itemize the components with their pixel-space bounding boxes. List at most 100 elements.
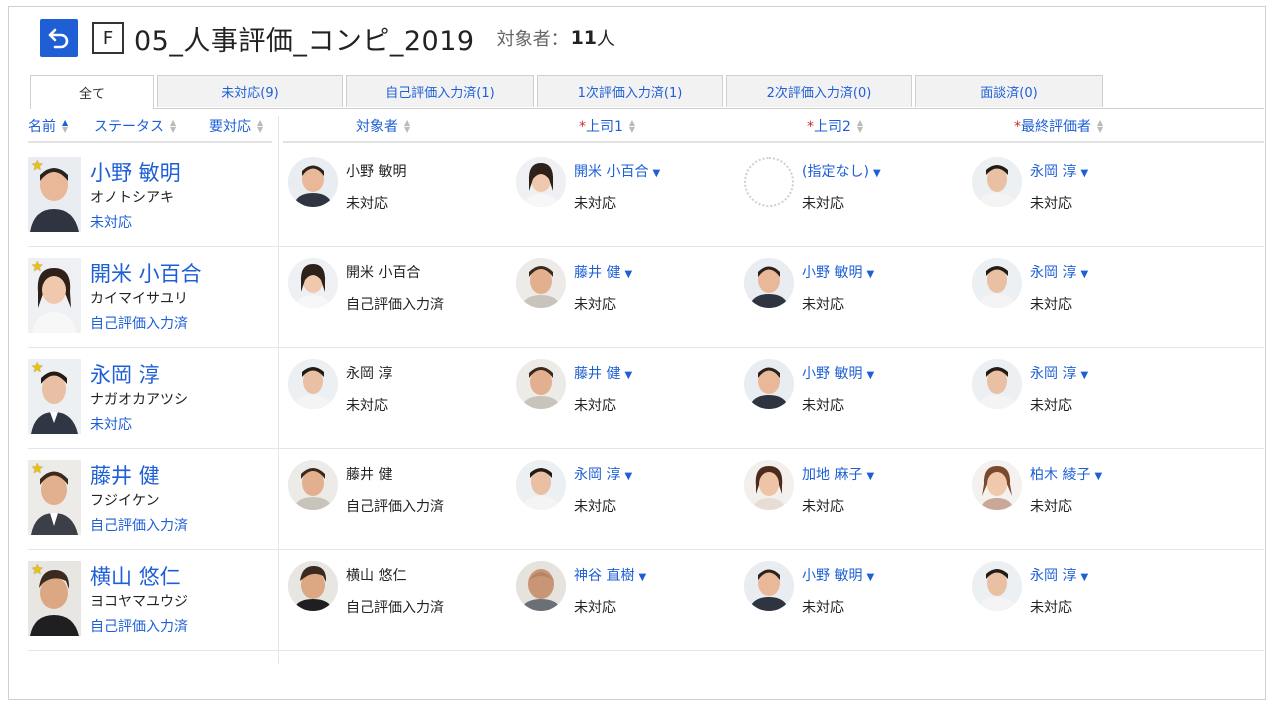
boss2-cell: 小野 敏明 ▼ 未対応 (744, 359, 954, 419)
col-status-header[interactable]: ステータス ▲ ▼ (94, 116, 176, 136)
final-select[interactable]: 永岡 淳 ▼ (1030, 565, 1088, 585)
target-name: 永岡 淳 (346, 366, 393, 382)
employee-name[interactable]: 小野 敏明 (90, 157, 181, 187)
person-avatar-icon (972, 460, 1022, 510)
caret-down-icon: ▼ (866, 572, 875, 583)
table-row: ★ 開米 小百合 カイマイサユリ 自己評価入力済 開米 小百合 自己評価入力済 … (28, 246, 1264, 348)
final-cell: 永岡 淳 ▼ 未対応 (972, 561, 1182, 621)
tab-all[interactable]: 全て (30, 75, 154, 109)
employee-status[interactable]: 自己評価入力済 (90, 313, 188, 333)
target-name: 開米 小百合 (346, 265, 421, 281)
avatar (972, 561, 1022, 611)
final-name: 永岡 淳 (1030, 265, 1077, 281)
boss1-cell: 藤井 健 ▼ 未対応 (516, 359, 726, 419)
target-count-value: 11 (570, 27, 598, 49)
tab-first-eval[interactable]: 1次評価入力済(1) (537, 75, 723, 107)
target-count-label: 対象者： (496, 29, 569, 50)
target-cell: 横山 悠仁 自己評価入力済 (288, 561, 498, 621)
boss1-select[interactable]: 神谷 直樹 ▼ (574, 565, 646, 585)
employee-kana: オノトシアキ (90, 190, 174, 206)
person-avatar-icon (516, 258, 566, 308)
col-name-header[interactable]: 名前 ▲ ▼ (28, 116, 68, 136)
employee-cell: ★ 永岡 淳 ナガオカアツシ 未対応 (28, 347, 276, 448)
star-icon: ★ (31, 158, 44, 174)
final-select[interactable]: 柏木 綾子 ▼ (1030, 464, 1102, 484)
person-avatar-icon (288, 561, 338, 611)
tab-self-eval[interactable]: 自己評価入力済(1) (346, 75, 534, 107)
boss1-name: 藤井 健 (574, 366, 621, 382)
employee-photo[interactable]: ★ (28, 157, 81, 232)
boss2-name: 小野 敏明 (802, 568, 863, 584)
boss2-name: 小野 敏明 (802, 265, 863, 281)
avatar (744, 561, 794, 611)
target-cell: 藤井 健 自己評価入力済 (288, 460, 498, 520)
col-status-label: ステータス (94, 119, 164, 135)
person-avatar-icon (744, 561, 794, 611)
boss1-status: 未対応 (574, 600, 616, 616)
avatar (744, 258, 794, 308)
caret-down-icon: ▼ (624, 471, 633, 482)
tab-second-eval[interactable]: 2次評価入力済(0) (726, 75, 912, 107)
final-select[interactable]: 永岡 淳 ▼ (1030, 363, 1088, 383)
employee-status[interactable]: 未対応 (90, 414, 132, 434)
employee-cell: ★ 横山 悠仁 ヨコヤマユウジ 自己評価入力済 (28, 549, 276, 650)
boss1-cell: 開米 小百合 ▼ 未対応 (516, 157, 726, 217)
boss2-select[interactable]: (指定なし) ▼ (802, 161, 881, 181)
target-status: 未対応 (346, 398, 388, 414)
employee-status[interactable]: 自己評価入力済 (90, 515, 188, 535)
col-final-header[interactable]: *最終評価者 ▲ ▼ (1014, 116, 1103, 136)
col-action-header[interactable]: 要対応 ▲ ▼ (209, 116, 263, 136)
final-name: 柏木 綾子 (1030, 467, 1091, 483)
col-target-label: 対象者 (356, 119, 398, 135)
employee-name[interactable]: 横山 悠仁 (90, 561, 181, 591)
col-boss2-label: 上司2 (814, 119, 851, 135)
employee-kana: ヨコヤマユウジ (90, 594, 188, 610)
back-button[interactable] (40, 19, 78, 57)
col-target-header[interactable]: 対象者 ▲ ▼ (356, 116, 410, 136)
person-avatar-icon (516, 359, 566, 409)
employee-photo[interactable]: ★ (28, 359, 81, 434)
boss1-select[interactable]: 開米 小百合 ▼ (574, 161, 660, 181)
employee-status[interactable]: 未対応 (90, 212, 132, 232)
boss1-status: 未対応 (574, 297, 616, 313)
employee-cell: ★ 開米 小百合 カイマイサユリ 自己評価入力済 (28, 246, 276, 347)
employee-name[interactable]: 永岡 淳 (90, 359, 160, 389)
boss2-select[interactable]: 小野 敏明 ▼ (802, 565, 874, 585)
boss2-select[interactable]: 加地 麻子 ▼ (802, 464, 874, 484)
employee-photo[interactable]: ★ (28, 258, 81, 333)
caret-down-icon: ▼ (1094, 471, 1103, 482)
boss2-select[interactable]: 小野 敏明 ▼ (802, 262, 874, 282)
boss2-cell: 加地 麻子 ▼ 未対応 (744, 460, 954, 520)
col-boss1-header[interactable]: *上司1 ▲ ▼ (579, 116, 635, 136)
employee-status[interactable]: 自己評価入力済 (90, 616, 188, 636)
boss2-status: 未対応 (802, 196, 844, 212)
boss2-select[interactable]: 小野 敏明 ▼ (802, 363, 874, 383)
tab-interview[interactable]: 面談済(0) (915, 75, 1103, 107)
person-avatar-icon (972, 561, 1022, 611)
col-boss2-header[interactable]: *上司2 ▲ ▼ (807, 116, 863, 136)
final-select[interactable]: 永岡 淳 ▼ (1030, 161, 1088, 181)
person-avatar-icon (744, 460, 794, 510)
employee-photo[interactable]: ★ (28, 460, 81, 535)
employee-name[interactable]: 藤井 健 (90, 460, 160, 490)
caret-down-icon: ▼ (866, 269, 875, 280)
employee-photo[interactable]: ★ (28, 561, 81, 636)
boss2-status: 未対応 (802, 499, 844, 515)
boss1-name: 神谷 直樹 (574, 568, 635, 584)
tab-unhandled[interactable]: 未対応(9) (157, 75, 343, 107)
target-name: 小野 敏明 (346, 164, 407, 180)
person-avatar-icon (744, 359, 794, 409)
target-name: 藤井 健 (346, 467, 393, 483)
person-avatar-icon (288, 460, 338, 510)
person-avatar-icon (516, 460, 566, 510)
boss1-select[interactable]: 藤井 健 ▼ (574, 262, 632, 282)
final-status: 未対応 (1030, 196, 1072, 212)
person-avatar-icon (288, 157, 338, 207)
caret-down-icon: ▼ (1080, 370, 1089, 381)
employee-kana: フジイケン (90, 493, 160, 509)
employee-name[interactable]: 開米 小百合 (90, 258, 202, 288)
person-avatar-icon (972, 359, 1022, 409)
final-select[interactable]: 永岡 淳 ▼ (1030, 262, 1088, 282)
boss1-select[interactable]: 藤井 健 ▼ (574, 363, 632, 383)
boss1-select[interactable]: 永岡 淳 ▼ (574, 464, 632, 484)
